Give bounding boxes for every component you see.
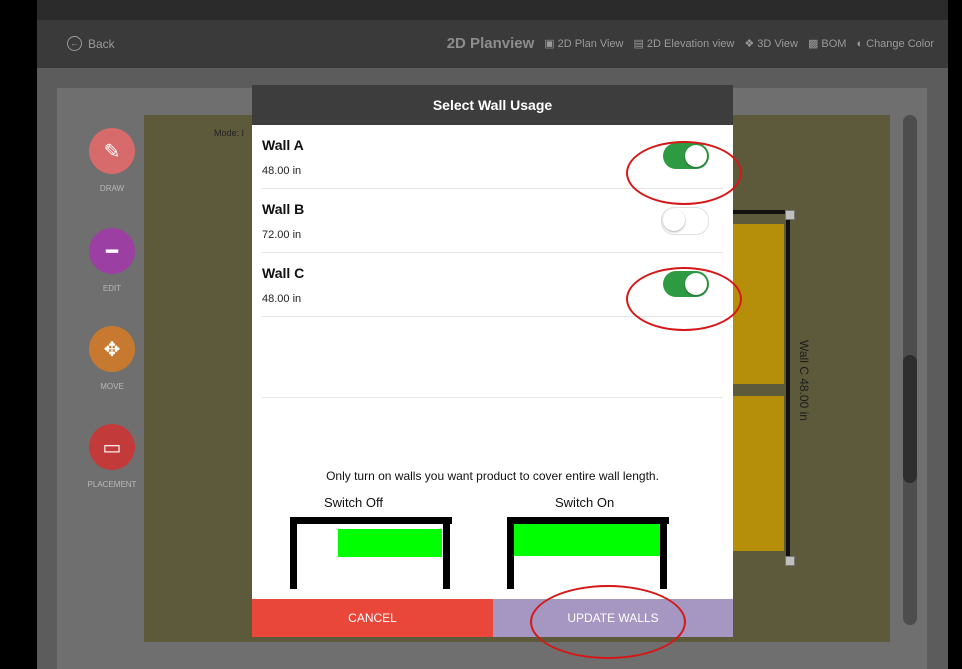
rectangle-icon: ▭ xyxy=(89,424,135,470)
dialog-title: Select Wall Usage xyxy=(252,85,733,125)
nav-3d-view[interactable]: ❖ 3D View xyxy=(744,37,798,51)
nav-item-label: Change Color xyxy=(866,37,934,50)
wall-length: 48.00 in xyxy=(262,165,302,177)
page-title: 2D Planview xyxy=(446,35,535,52)
edit-tool[interactable]: ━ EDIT xyxy=(77,228,147,293)
nav-item-label: 2D Elevation view xyxy=(646,37,735,50)
nav-2d-elevation-view[interactable]: ▤ 2D Elevation view xyxy=(633,37,735,51)
wall-length: 72.00 in xyxy=(262,229,302,241)
switch-off-diagram xyxy=(290,517,452,589)
move-tool[interactable]: ✥ MOVE xyxy=(77,326,147,391)
view-switcher: 2D Planview ▣ 2D Plan View ▤ 2D Elevatio… xyxy=(447,35,934,52)
placement-tool[interactable]: ▭ PLACEMENT xyxy=(77,424,147,489)
draw-tool[interactable]: ✎ DRAW xyxy=(77,128,147,193)
update-walls-button[interactable]: UPDATE WALLS xyxy=(493,599,733,637)
wall-row-b: Wall B 72.00 in xyxy=(262,189,723,253)
elevation-icon: ▤ xyxy=(633,38,644,50)
switch-on-diagram xyxy=(507,517,669,589)
mode-label: Mode: I xyxy=(214,128,245,138)
wall-b-toggle[interactable] xyxy=(661,207,709,235)
palette-icon: ◐ xyxy=(856,37,864,50)
pencil-icon: ✎ xyxy=(89,128,135,174)
switch-on-label: Switch On xyxy=(555,495,615,510)
wall-row-c: Wall C 48.00 in xyxy=(262,253,723,317)
wall-name: Wall A xyxy=(262,137,304,153)
tool-label: PLACEMENT xyxy=(87,480,137,489)
wall-drawing xyxy=(732,210,795,568)
nav-item-label: 2D Plan View xyxy=(557,37,624,50)
back-arrow-icon: ← xyxy=(67,36,82,51)
plan-icon: ▣ xyxy=(544,38,555,50)
info-text: Only turn on walls you want product to c… xyxy=(326,469,659,483)
tool-label: DRAW xyxy=(99,184,125,193)
move-arrows-icon: ✥ xyxy=(89,326,135,372)
nav-item-label: BOM xyxy=(821,37,847,50)
nav-2d-plan-view[interactable]: ▣ 2D Plan View xyxy=(544,37,624,51)
status-bar xyxy=(37,0,948,20)
back-label: Back xyxy=(88,36,115,51)
back-button[interactable]: ← Back xyxy=(67,36,115,51)
wall-dimension-label: Wall C 48.00 in xyxy=(797,340,811,421)
ruler-icon: ━ xyxy=(89,228,135,274)
wall-a-toggle[interactable] xyxy=(663,143,709,169)
wall-name: Wall B xyxy=(262,201,305,217)
document-icon: ▩ xyxy=(808,38,819,50)
nav-item-label: 3D View xyxy=(757,37,798,50)
select-wall-usage-dialog: Select Wall Usage Wall A 48.00 in Wall B… xyxy=(252,85,733,637)
cube-icon: ❖ xyxy=(744,38,755,50)
nav-bom[interactable]: ▩ BOM xyxy=(808,37,847,51)
tool-label: EDIT xyxy=(102,284,122,293)
top-nav-bar: ← Back 2D Planview ▣ 2D Plan View ▤ 2D E… xyxy=(37,20,948,68)
wall-c-toggle[interactable] xyxy=(663,271,709,297)
nav-change-color[interactable]: ◐ Change Color xyxy=(856,38,934,50)
wall-name: Wall C xyxy=(262,265,305,281)
tool-label: MOVE xyxy=(100,382,124,391)
wall-length: 48.00 in xyxy=(262,293,302,305)
scrollbar-thumb[interactable] xyxy=(903,355,917,483)
switch-off-label: Switch Off xyxy=(324,495,384,510)
divider xyxy=(262,397,723,398)
cancel-button[interactable]: CANCEL xyxy=(252,599,493,637)
wall-row-a: Wall A 48.00 in xyxy=(262,125,723,189)
